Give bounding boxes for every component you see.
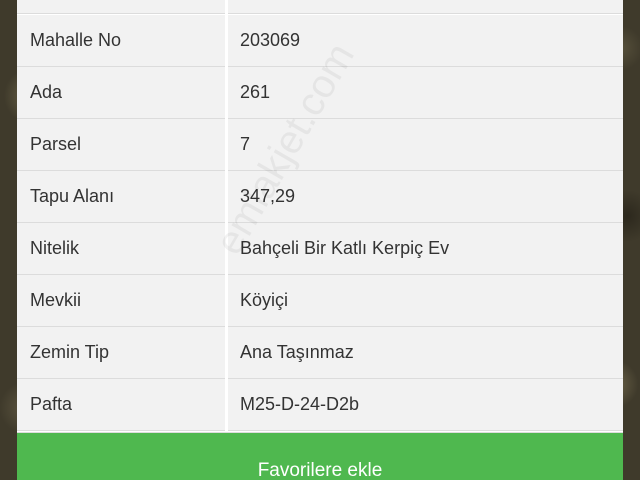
row-value: Ana Taşınmaz <box>240 342 354 362</box>
row-value: Bahçeli Bir Katlı Kerpiç Ev <box>240 238 450 258</box>
table-row-mevkii: Mevkii Köyiçi <box>17 275 623 327</box>
table-row-parsel: Parsel 7 <box>17 119 623 171</box>
column-divider <box>225 275 228 327</box>
column-divider <box>225 0 228 14</box>
row-label: Tapu Alanı <box>30 186 115 206</box>
table-row-zemin-tip: Zemin Tip Ana Taşınmaz <box>17 327 623 379</box>
row-value: 347,29 <box>240 186 296 206</box>
add-to-favorites-button[interactable]: Favorilere ekle <box>17 432 623 480</box>
row-value: M25-D-24-D2b <box>240 394 360 414</box>
column-divider <box>225 67 228 119</box>
row-value: Köyiçi <box>240 290 289 310</box>
row-value: 7 <box>240 134 251 154</box>
row-label: Mevkii <box>30 290 82 310</box>
row-label: Nitelik <box>30 238 80 258</box>
column-divider <box>225 15 228 67</box>
property-details-card: Mahalle No 203069 Ada 261 Parsel 7 Tapu … <box>17 0 623 480</box>
column-divider <box>225 379 228 431</box>
column-divider <box>225 327 228 379</box>
table-row-ada: Ada 261 <box>17 67 623 119</box>
row-value: 261 <box>240 82 271 102</box>
table-row-nitelik: Nitelik Bahçeli Bir Katlı Kerpiç Ev <box>17 223 623 275</box>
row-label: Pafta <box>30 394 73 414</box>
row-label: Ada <box>30 82 63 102</box>
table-row-pafta: Pafta M25-D-24-D2b <box>17 379 623 431</box>
row-label: Parsel <box>30 134 82 154</box>
row-value: 203069 <box>240 30 301 50</box>
table-row <box>17 0 623 14</box>
column-divider <box>225 223 228 275</box>
row-label: Zemin Tip <box>30 342 110 362</box>
column-divider <box>225 119 228 171</box>
table-row-tapu-alani: Tapu Alanı 347,29 <box>17 171 623 223</box>
table-row-mahalle-no: Mahalle No 203069 <box>17 15 623 67</box>
row-label: Mahalle No <box>30 30 122 50</box>
column-divider <box>225 171 228 223</box>
